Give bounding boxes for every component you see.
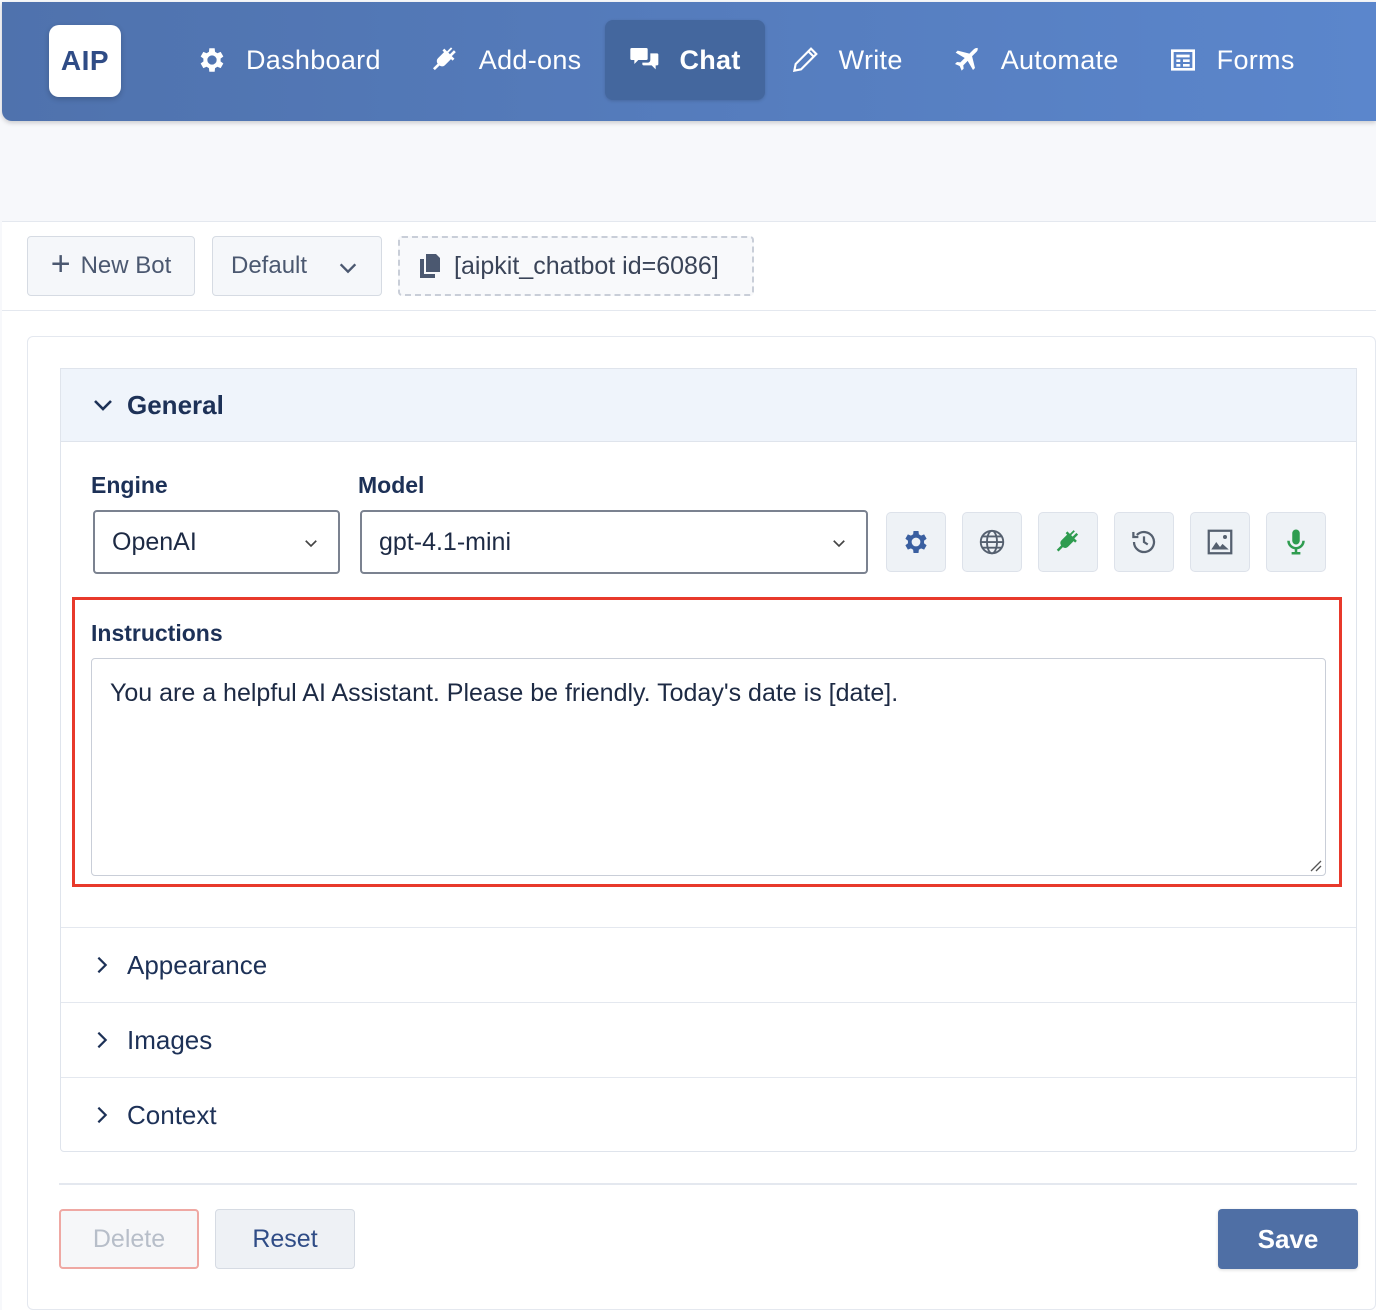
nav-item-write[interactable]: Write xyxy=(765,20,927,100)
nav-item-label: Write xyxy=(838,44,903,75)
nav-item-label: Automate xyxy=(1000,44,1119,75)
top-nav-bar: AIP Dashboard Add-ons Chat Write Automat… xyxy=(2,2,1376,121)
conversation-history-button[interactable] xyxy=(1114,512,1174,572)
microphone-icon xyxy=(1287,529,1305,555)
instructions-label: Instructions xyxy=(91,620,223,646)
app-logo[interactable]: AIP xyxy=(49,25,121,97)
engine-select[interactable]: OpenAI xyxy=(93,510,340,574)
model-settings-button[interactable] xyxy=(886,512,946,572)
nav-item-automate[interactable]: Automate xyxy=(927,20,1143,100)
model-label: Model xyxy=(358,472,425,498)
new-bot-button[interactable]: + New Bot xyxy=(27,236,195,296)
chat-bubbles-icon xyxy=(630,48,659,70)
toolbar-divider xyxy=(2,310,1376,311)
nav-item-dashboard[interactable]: Dashboard xyxy=(172,20,405,100)
plus-icon: + xyxy=(50,245,71,283)
nav-item-forms[interactable]: Forms xyxy=(1143,20,1319,100)
nav-item-label: Forms xyxy=(1216,44,1295,75)
gear-icon xyxy=(200,48,224,72)
chevron-right-icon xyxy=(97,1106,108,1124)
shortcode-copy[interactable]: [aipkit_chatbot id=6086] xyxy=(398,236,754,296)
voice-input-button[interactable] xyxy=(1266,512,1326,572)
image-generation-button[interactable] xyxy=(1190,512,1250,572)
reset-button[interactable]: Reset xyxy=(215,1209,355,1269)
main-nav: Dashboard Add-ons Chat Write Automate Fo… xyxy=(172,20,1319,100)
footer-divider xyxy=(59,1183,1357,1185)
delete-button[interactable]: Delete xyxy=(59,1209,199,1269)
chevron-down-icon xyxy=(94,400,112,411)
gear-icon xyxy=(905,531,927,553)
globe-icon xyxy=(979,529,1005,555)
resize-handle-icon[interactable] xyxy=(1308,858,1322,872)
chevron-down-icon xyxy=(833,540,845,548)
engine-label: Engine xyxy=(91,472,168,498)
image-icon xyxy=(1207,529,1233,555)
section-context-header[interactable]: Context xyxy=(61,1077,1356,1152)
nav-item-label: Add-ons xyxy=(478,44,582,75)
chevron-down-icon xyxy=(339,263,357,274)
history-icon xyxy=(1132,530,1156,554)
chevron-right-icon xyxy=(97,956,108,974)
form-icon xyxy=(1170,49,1195,71)
bot-select[interactable]: Default xyxy=(212,236,382,296)
chevron-down-icon xyxy=(305,540,317,548)
nav-item-label: Chat xyxy=(679,44,741,75)
copy-icon xyxy=(420,254,440,278)
section-images-header[interactable]: Images xyxy=(61,1002,1356,1077)
nav-item-add-ons[interactable]: Add-ons xyxy=(405,20,606,100)
chevron-right-icon xyxy=(97,1031,108,1049)
section-general-header[interactable]: General xyxy=(60,368,1357,442)
save-button[interactable]: Save xyxy=(1218,1209,1358,1269)
pencil-icon xyxy=(792,47,818,73)
web-search-button[interactable] xyxy=(962,512,1022,572)
instructions-textarea[interactable]: You are a helpful AI Assistant. Please b… xyxy=(91,658,1326,876)
section-appearance-header[interactable]: Appearance xyxy=(61,927,1356,1002)
plug-icon xyxy=(432,47,456,71)
plug-icon xyxy=(1056,530,1079,552)
model-select[interactable]: gpt-4.1-mini xyxy=(360,510,868,574)
plane-icon xyxy=(954,47,979,71)
nav-item-chat[interactable]: Chat xyxy=(605,20,765,100)
plugins-button[interactable] xyxy=(1038,512,1098,572)
nav-item-label: Dashboard xyxy=(246,44,381,75)
